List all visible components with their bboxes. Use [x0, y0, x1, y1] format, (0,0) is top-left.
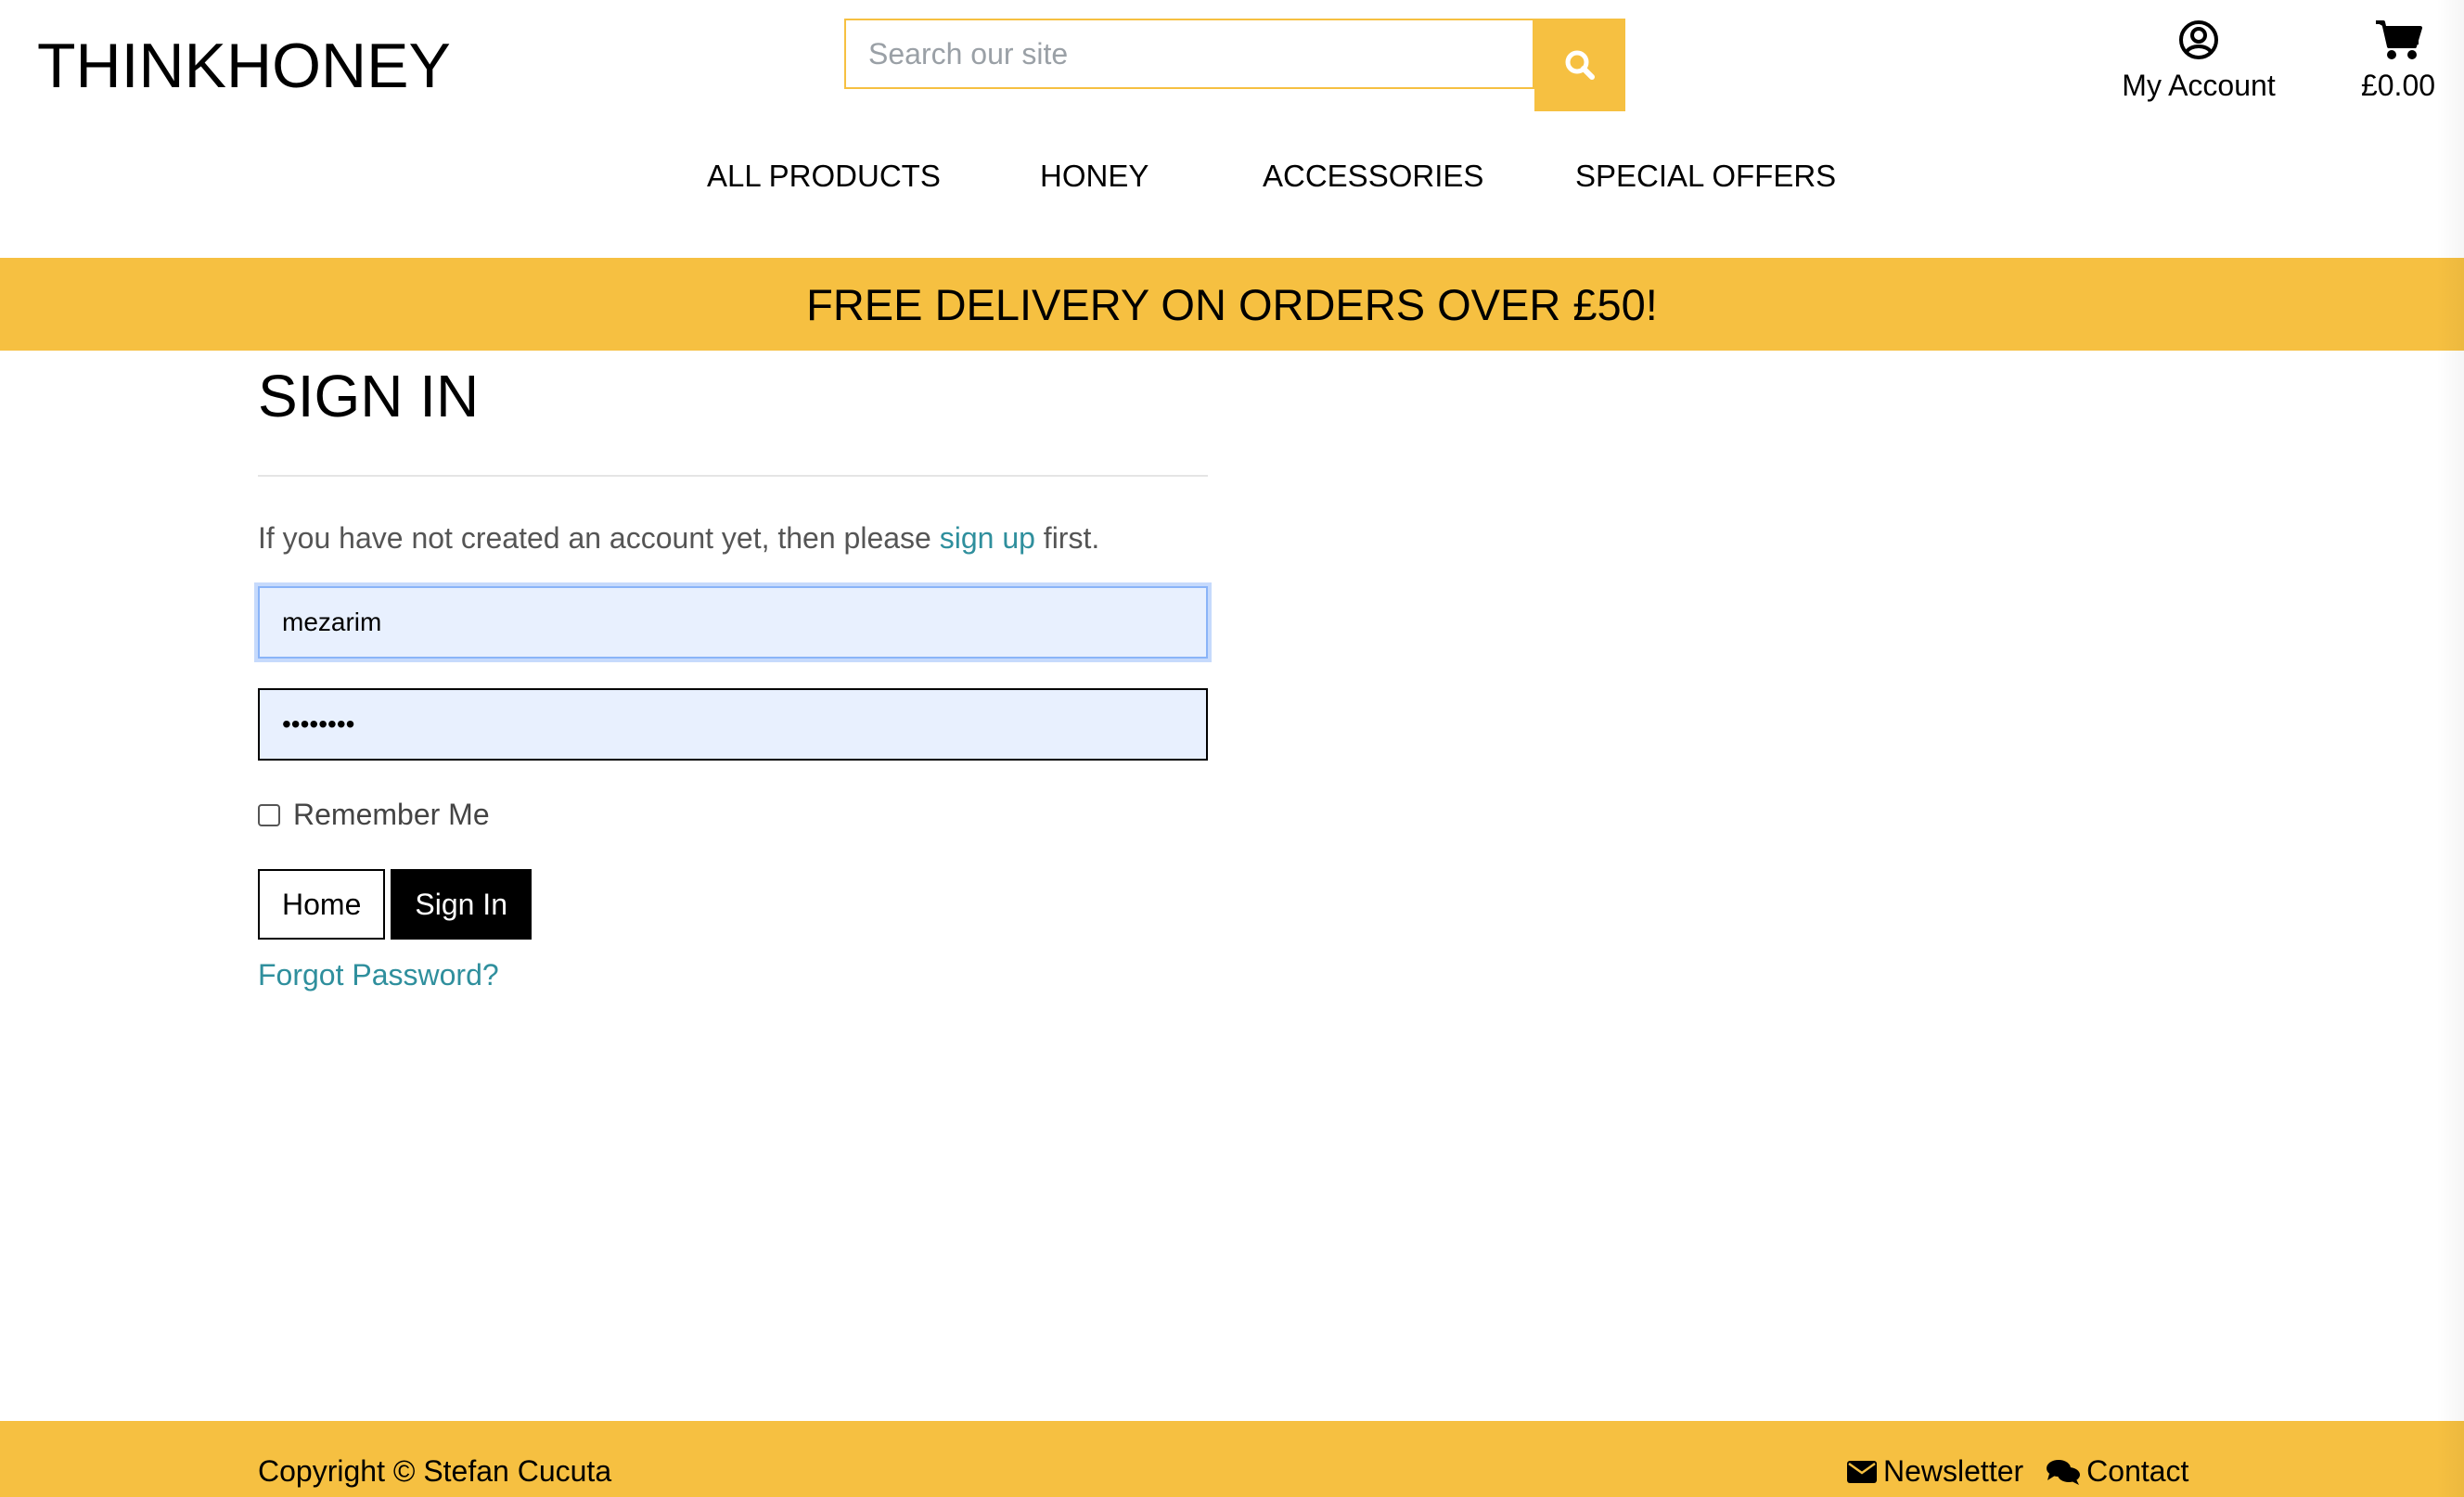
contact-link[interactable]: Contact — [2046, 1454, 2188, 1489]
username-field[interactable] — [258, 586, 1208, 659]
page-title: SIGN IN — [258, 363, 480, 429]
remember-me-checkbox[interactable] — [258, 803, 280, 826]
remember-me: Remember Me — [258, 798, 1208, 832]
contact-label: Contact — [2086, 1454, 2189, 1488]
forgot-password-link[interactable]: Forgot Password? — [258, 958, 1208, 992]
site-footer: Copyright © Stefan Cucuta Newsletter Con — [0, 1421, 2464, 1497]
form-actions: Home Sign In — [258, 869, 1208, 940]
signup-prompt: If you have not created an account yet, … — [258, 519, 1208, 557]
title-divider — [258, 475, 1208, 477]
nav-item-honey[interactable]: HONEY — [1040, 154, 1149, 198]
main-nav: ALL PRODUCTS HONEY ACCESSORIES SPECIAL O… — [0, 154, 2464, 200]
search-icon — [1565, 50, 1595, 80]
copyright: Copyright © Stefan Cucuta — [258, 1454, 612, 1488]
footer-links: Newsletter Contact — [1846, 1454, 2211, 1489]
envelope-icon — [1846, 1460, 1878, 1484]
user-circle-icon — [2179, 20, 2218, 59]
search-input[interactable] — [844, 19, 1534, 89]
signin-panel: SIGN IN If you have not created an accou… — [258, 351, 1208, 992]
signup-prompt-before: If you have not created an account yet, … — [258, 521, 940, 555]
signup-prompt-after: first. — [1034, 521, 1100, 555]
comments-icon — [2046, 1458, 2081, 1486]
page-edge-shadow — [2436, 0, 2464, 1497]
shopping-cart-icon — [2376, 20, 2422, 59]
home-button[interactable]: Home — [258, 869, 386, 940]
password-field[interactable] — [258, 688, 1208, 761]
site-header: THINKHONEY My Account £0.00 ALL PRODUCTS… — [0, 0, 2464, 258]
search-form — [844, 19, 1625, 111]
site-logo[interactable]: THINKHONEY — [37, 28, 451, 104]
signup-link[interactable]: sign up — [940, 521, 1035, 555]
my-account-label: My Account — [2122, 69, 2276, 102]
sign-in-button[interactable]: Sign In — [391, 869, 532, 940]
delivery-banner-text: FREE DELIVERY ON ORDERS OVER £50! — [806, 279, 1658, 329]
remember-me-label[interactable]: Remember Me — [293, 798, 490, 832]
nav-item-all-products[interactable]: ALL PRODUCTS — [707, 154, 941, 198]
newsletter-label: Newsletter — [1883, 1454, 2024, 1488]
nav-item-special-offers[interactable]: SPECIAL OFFERS — [1575, 154, 1836, 198]
newsletter-link[interactable]: Newsletter — [1846, 1454, 2023, 1489]
my-account-link[interactable]: My Account — [2106, 17, 2291, 109]
nav-item-accessories[interactable]: ACCESSORIES — [1263, 154, 1483, 198]
delivery-banner: FREE DELIVERY ON ORDERS OVER £50! — [0, 258, 2464, 351]
search-button[interactable] — [1534, 19, 1625, 111]
